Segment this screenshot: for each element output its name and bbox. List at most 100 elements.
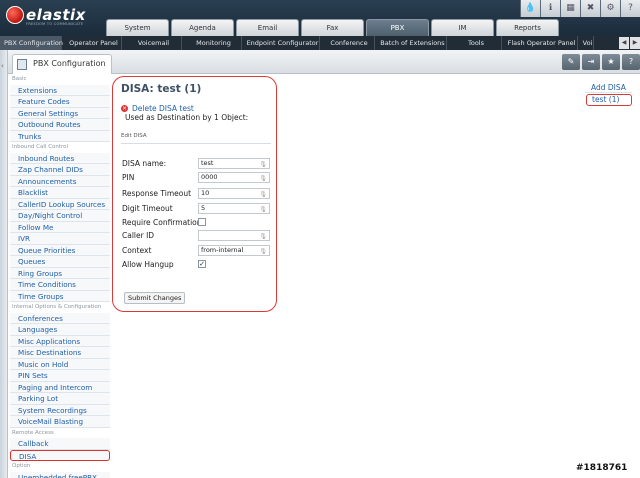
sidebar-item-time-groups[interactable]: Time Groups	[10, 290, 110, 302]
add-disa-link[interactable]: Add DISA	[591, 83, 626, 92]
sidebar-item-voicemail-blasting[interactable]: VoiceMail Blasting	[10, 416, 110, 428]
sidebar-item-announcements[interactable]: Announcements	[10, 175, 110, 187]
sidebar-section: Inbound Call Control	[12, 144, 69, 150]
response-timeout-value: 10	[201, 189, 210, 197]
sidebar-item-misc-destinations[interactable]: Misc Destinations	[10, 347, 110, 359]
sidebar-item-queue-priorities[interactable]: Queue Priorities	[10, 244, 110, 256]
sidebar-item-system-recordings[interactable]: System Recordings	[10, 404, 110, 416]
sidebar-item-conferences[interactable]: Conferences	[10, 312, 110, 324]
disa-name-value: test	[201, 159, 214, 167]
sidebar-item-zap-channel-dids[interactable]: Zap Channel DIDs	[10, 164, 110, 176]
delete-disa-link[interactable]: × Delete DISA test	[121, 104, 194, 113]
help-icon[interactable]: ?	[622, 54, 640, 70]
response-timeout-input[interactable]: 10 🎙	[198, 188, 270, 199]
module-header: PBX Configuration ✎ ⇥ ★ ?	[8, 50, 640, 74]
main-tab-im[interactable]: IM	[431, 19, 494, 36]
digit-timeout-label: Digit Timeout	[122, 204, 173, 213]
pbx-sidebar: Basic Extensions Feature Codes General Sett…	[10, 74, 110, 478]
response-timeout-label: Response Timeout	[122, 189, 192, 198]
sidebar-item-inbound-routes[interactable]: Inbound Routes	[10, 152, 110, 164]
export-icon[interactable]: ⇥	[582, 54, 600, 70]
sidebar-item-misc-applications[interactable]: Misc Applications	[10, 335, 110, 347]
settings-icon[interactable]: ⚙	[600, 0, 620, 17]
context-label: Context	[122, 246, 152, 255]
main-tab-pbx[interactable]: PBX	[366, 19, 429, 36]
sidebar-item-ivr[interactable]: IVR	[10, 233, 110, 245]
caller-id-input[interactable]: 🎙	[198, 230, 270, 241]
subnav-tools[interactable]: Tools	[447, 36, 502, 50]
disa-name-label: DISA name:	[122, 159, 167, 168]
grid-icon[interactable]: ▦	[560, 0, 580, 17]
main-tab-email[interactable]: Email	[236, 19, 299, 36]
star-icon[interactable]: ★	[602, 54, 620, 70]
divider	[585, 92, 632, 93]
sidebar-item-queues[interactable]: Queues	[10, 256, 110, 268]
sidebar-item-ring-groups[interactable]: Ring Groups	[10, 267, 110, 279]
disa-name-input[interactable]: test 🎙	[198, 158, 270, 169]
subnav-voi[interactable]: Voi	[578, 36, 594, 50]
sidebar-item-blacklist[interactable]: Blacklist	[10, 187, 110, 199]
sidebar-item-trunks[interactable]: Trunks	[10, 130, 110, 142]
help-icon[interactable]: ?	[620, 0, 640, 17]
context-input[interactable]: from-internal 🎙	[198, 245, 270, 256]
drop-icon[interactable]: 💧	[520, 0, 540, 17]
microphone-icon: 🎙	[259, 161, 267, 168]
sidebar-item-extensions[interactable]: Extensions	[10, 84, 110, 96]
sidebar-item-music-on-hold[interactable]: Music on Hold	[10, 358, 110, 370]
edit-icon[interactable]: ✎	[562, 54, 580, 70]
subnav-operator-panel[interactable]: Operator Panel	[62, 36, 122, 50]
disa-list-item-test[interactable]: test (1)	[586, 94, 632, 106]
main-tab-fax[interactable]: Fax	[301, 19, 364, 36]
pin-value: 0000	[201, 173, 218, 181]
subnav-conference[interactable]: Conference	[320, 36, 375, 50]
main-tab-reports[interactable]: Reports	[496, 19, 559, 36]
sidebar-item-languages[interactable]: Languages	[10, 324, 110, 336]
subnav-arrows: ◀ ▶	[618, 37, 640, 49]
sidebar-item-follow-me[interactable]: Follow Me	[10, 221, 110, 233]
sidebar-item-disa[interactable]: DISA	[10, 449, 110, 461]
sidebar-section: Option	[12, 463, 31, 469]
subnav-flash-operator-panel[interactable]: Flash Operator Panel	[502, 36, 578, 50]
info-icon[interactable]: ℹ	[540, 0, 560, 17]
field-row: Digit Timeout 5 🎙	[122, 203, 272, 215]
subnav-batch-of-extensions[interactable]: Batch of Extensions	[375, 36, 447, 50]
allow-hangup-label: Allow Hangup	[122, 260, 174, 269]
sidebar-toggle[interactable]: ‹	[0, 50, 8, 478]
module-tools: ✎ ⇥ ★ ?	[560, 54, 640, 70]
sidebar-item-feature-codes[interactable]: Feature Codes	[10, 96, 110, 108]
sidebar-item-pin-sets[interactable]: PIN Sets	[10, 370, 110, 382]
subnav-pbx-configuration[interactable]: PBX Configuration	[0, 36, 63, 50]
field-row: Caller ID 🎙	[122, 230, 272, 242]
scroll-right-icon[interactable]: ▶	[630, 37, 640, 49]
require-confirmation-checkbox[interactable]	[198, 218, 206, 226]
sidebar-item-paging-and-intercom[interactable]: Paging and Intercom	[10, 381, 110, 393]
sidebar-item-time-conditions[interactable]: Time Conditions	[10, 279, 110, 291]
sidebar-item-day-night-control[interactable]: Day/Night Control	[10, 210, 110, 222]
sidebar-section: Basic	[12, 76, 27, 82]
sidebar-item-unembedded-freepbx[interactable]: Unembedded freePBX	[10, 471, 110, 478]
sidebar-item-parking-lot[interactable]: Parking Lot	[10, 393, 110, 405]
tools-icon[interactable]: ✖	[580, 0, 600, 17]
pin-input[interactable]: 0000 🎙	[198, 172, 270, 183]
allow-hangup-checkbox[interactable]: ✓	[198, 260, 206, 268]
sidebar-item-callback[interactable]: Callback	[10, 438, 110, 450]
divider	[121, 143, 271, 144]
elastix-logo[interactable]: elastix FREEDOM TO COMMUNICATE	[6, 6, 96, 30]
main-tab-system[interactable]: System	[106, 19, 169, 36]
scroll-left-icon[interactable]: ◀	[619, 37, 629, 49]
subnav-endpoint-configurator[interactable]: Endpoint Configurator	[242, 36, 320, 50]
main-tab-agenda[interactable]: Agenda	[171, 19, 234, 36]
subnav-monitoring[interactable]: Monitoring	[182, 36, 242, 50]
subnav-voicemail[interactable]: Voicemail	[122, 36, 182, 50]
module-tab-label: PBX Configuration	[33, 59, 106, 68]
microphone-icon: 🎙	[259, 191, 267, 198]
submit-changes-button[interactable]: Submit Changes	[124, 292, 186, 304]
digit-timeout-input[interactable]: 5 🎙	[198, 203, 270, 214]
sidebar-item-general-settings[interactable]: General Settings	[10, 107, 110, 119]
sidebar-section: Internal Options & Configuration	[12, 304, 102, 310]
sidebar-item-outbound-routes[interactable]: Outbound Routes	[10, 119, 110, 131]
sidebar-item-callerid-lookup-sources[interactable]: CallerID Lookup Sources	[10, 198, 110, 210]
main-tabs: System Agenda Email Fax PBX IM Reports	[106, 19, 561, 36]
module-tab[interactable]: PBX Configuration	[12, 54, 112, 74]
field-row: Context from-internal 🎙	[122, 245, 272, 257]
